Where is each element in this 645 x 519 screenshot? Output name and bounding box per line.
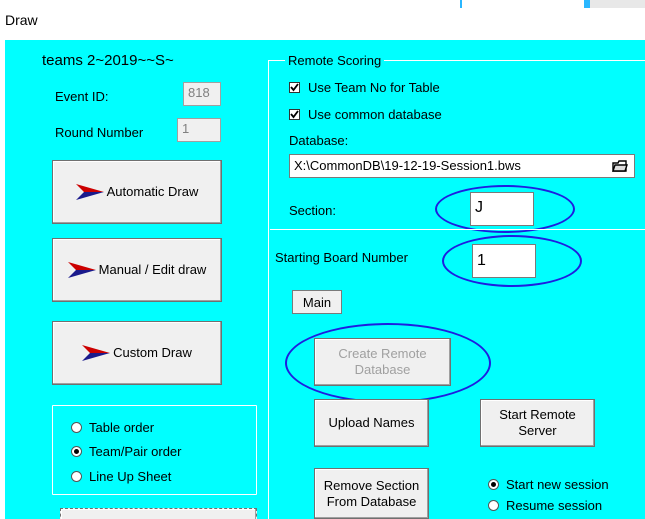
radio-table-order[interactable]: Table order bbox=[71, 420, 154, 435]
create-remote-database-button[interactable]: Create Remote Database bbox=[314, 338, 451, 386]
automatic-draw-button[interactable]: Automatic Draw bbox=[52, 160, 222, 224]
database-path-text: X:\CommonDB\19-12-19-Session1.bws bbox=[294, 158, 521, 173]
toolbar-strip-button[interactable] bbox=[590, 0, 645, 8]
radio-button-icon bbox=[488, 500, 499, 511]
use-team-no-checkbox[interactable]: Use Team No for Table bbox=[289, 80, 440, 95]
radio-button-icon bbox=[71, 471, 82, 482]
top-toolbar-strip bbox=[460, 0, 645, 8]
toolbar-strip-accent bbox=[460, 0, 462, 8]
radio-line-up-sheet[interactable]: Line Up Sheet bbox=[71, 469, 171, 484]
checkbox-icon bbox=[289, 109, 300, 120]
remove-section-button[interactable]: Remove Section From Database bbox=[314, 468, 429, 519]
start-remote-server-button[interactable]: Start Remote Server bbox=[480, 399, 595, 447]
checkbox-label: Use Team No for Table bbox=[308, 80, 440, 95]
section-label: Section: bbox=[289, 203, 336, 218]
browse-folder-icon[interactable] bbox=[612, 159, 628, 173]
section-input[interactable]: J bbox=[470, 192, 534, 226]
starting-board-input[interactable]: 1 bbox=[472, 244, 536, 278]
database-label: Database: bbox=[289, 133, 349, 148]
radio-button-icon bbox=[71, 422, 82, 433]
remote-group-left-border bbox=[268, 60, 269, 519]
starting-board-label: Starting Board Number bbox=[275, 250, 408, 265]
radio-button-icon bbox=[488, 479, 499, 490]
radio-label: Start new session bbox=[506, 477, 609, 492]
radio-button-icon bbox=[71, 446, 82, 457]
database-path-field[interactable]: X:\CommonDB\19-12-19-Session1.bws bbox=[289, 154, 635, 178]
partial-bottom-button[interactable] bbox=[60, 508, 257, 519]
manual-edit-draw-label: Manual / Edit draw bbox=[98, 262, 207, 277]
round-number-label: Round Number bbox=[55, 125, 144, 140]
radio-label: Resume session bbox=[506, 498, 603, 513]
round-number-field[interactable]: 1 bbox=[177, 118, 221, 142]
arrow-icon bbox=[67, 262, 96, 278]
main-section-box: Main bbox=[292, 290, 342, 314]
remote-scoring-legend: Remote Scoring bbox=[285, 53, 385, 68]
radio-resume-session[interactable]: Resume session bbox=[488, 498, 602, 513]
arrow-icon bbox=[82, 345, 111, 361]
event-id-label: Event ID: bbox=[55, 89, 109, 104]
draw-panel: teams 2~2019~~S~ Event ID: 818 Round Num… bbox=[5, 40, 645, 519]
window-title: Draw bbox=[5, 12, 38, 28]
event-id-field[interactable]: 818 bbox=[183, 82, 221, 106]
automatic-draw-label: Automatic Draw bbox=[106, 184, 199, 199]
custom-draw-button[interactable]: Custom Draw bbox=[52, 321, 222, 385]
custom-draw-label: Custom Draw bbox=[113, 345, 192, 360]
team-title: teams 2~2019~~S~ bbox=[42, 52, 174, 69]
upload-names-button[interactable]: Upload Names bbox=[314, 399, 429, 447]
radio-label: Team/Pair order bbox=[89, 444, 182, 459]
radio-label: Table order bbox=[89, 420, 155, 435]
main-label: Main bbox=[302, 294, 332, 310]
arrow-icon bbox=[75, 184, 104, 200]
checkbox-label: Use common database bbox=[308, 107, 442, 122]
manual-edit-draw-button[interactable]: Manual / Edit draw bbox=[52, 238, 222, 302]
checkbox-icon bbox=[289, 82, 300, 93]
radio-start-new-session[interactable]: Start new session bbox=[488, 477, 609, 492]
remote-section-divider bbox=[270, 229, 645, 230]
radio-label: Line Up Sheet bbox=[89, 469, 172, 484]
radio-team-pair-order[interactable]: Team/Pair order bbox=[71, 444, 181, 459]
use-common-db-checkbox[interactable]: Use common database bbox=[289, 107, 442, 122]
